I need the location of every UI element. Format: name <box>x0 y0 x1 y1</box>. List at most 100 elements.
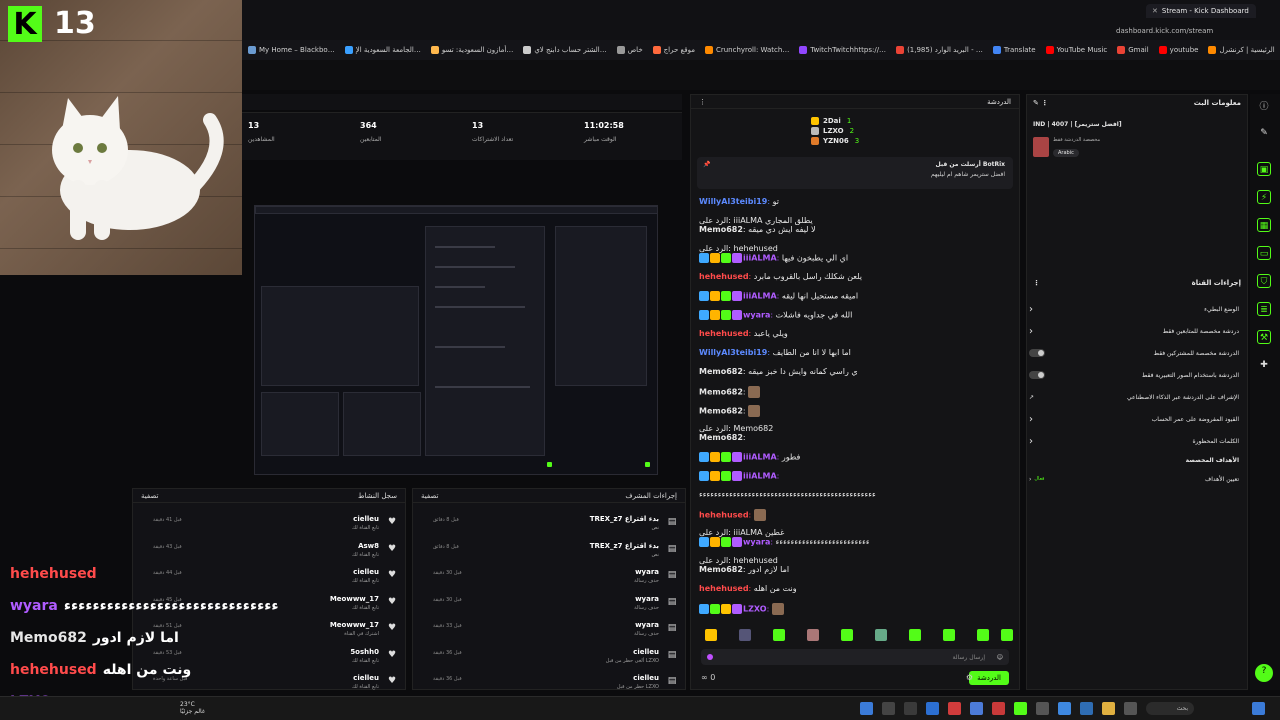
external-link-icon[interactable]: ↗ <box>1029 394 1034 401</box>
list-icon[interactable]: ≣ <box>1257 302 1271 316</box>
chat-message[interactable]: ءءءءءءءءءءءءءءءءءءءءءءءءءءءءءءءءءءءءءءءء… <box>699 490 1007 499</box>
puzzle-icon[interactable]: ✚ <box>1257 358 1271 372</box>
folder-icon[interactable] <box>1102 702 1115 715</box>
chat-message[interactable]: Memo682: اما لازم ادور <box>699 565 1007 574</box>
chat-message[interactable]: WillyAl3teibi19: تو <box>699 197 1007 206</box>
chat-message[interactable]: iiiALMA: <box>699 471 1007 481</box>
taskbar-app-icon[interactable] <box>948 702 961 715</box>
taskbar-app-icon[interactable] <box>1080 702 1093 715</box>
windows-start-icon[interactable] <box>1252 702 1265 715</box>
chat-input[interactable]: إرسال رسالة ☺ <box>701 649 1009 665</box>
bookmark-item[interactable]: Gmail <box>1117 46 1149 54</box>
chat-username[interactable]: hehehused <box>699 329 749 338</box>
chat-username[interactable]: iiiALMA <box>743 292 777 301</box>
layout-icon[interactable]: ▣ <box>1257 162 1271 176</box>
feed-row[interactable]: ▤ wyara حذف رسالة قبل 30 دقيقة <box>413 564 685 590</box>
chat-message[interactable]: wyara: ءءءءءءءءءءءءءءءءءءءءءءءءء <box>699 537 1007 547</box>
channel-setting-row[interactable]: › دردشة مخصصة للمتابعين فقط <box>1029 323 1239 339</box>
feed-row[interactable]: ♥ Asw8 تابع القناة لك قبل 43 دقيقة <box>133 538 405 564</box>
chat-username[interactable]: LZXO <box>743 605 767 614</box>
emote-icon[interactable] <box>739 629 751 641</box>
chat-username[interactable]: iiiALMA <box>743 472 777 481</box>
chat-username[interactable]: Memo682 <box>699 565 743 574</box>
leaderboard-entry[interactable]: 2Dai 1 <box>811 117 859 125</box>
chat-username[interactable]: WillyAl3teibi19 <box>699 197 767 206</box>
bookmark-item[interactable]: أمازون السعودية: تسو… <box>430 46 513 54</box>
emote-icon[interactable] <box>875 629 887 641</box>
set-goals-row[interactable]: › فعال تعيين الأهداف <box>1029 471 1239 487</box>
feed-row[interactable]: ▤ cielleu حظر من قبل LZXO قبل 36 دقيقة <box>413 670 685 696</box>
chat-username[interactable]: Memo682 <box>699 433 743 442</box>
feed-row[interactable]: ▤ TREX_z7 بدء اقتراع نص قبل 8 دقائق <box>413 538 685 564</box>
link-icon[interactable]: ∞ <box>701 673 708 682</box>
taskbar-app-icon[interactable] <box>992 702 1005 715</box>
taskbar-app-icon[interactable] <box>970 702 983 715</box>
bookmark-item[interactable]: الرئيسية | كرنشرل <box>1208 46 1275 54</box>
emote-icon[interactable] <box>807 629 819 641</box>
bookmark-item[interactable]: My Home – Blackbo… <box>248 46 335 54</box>
chat-username[interactable]: Memo682 <box>699 225 743 234</box>
taskbar-app-icon[interactable] <box>1058 702 1071 715</box>
channel-setting-row[interactable]: › الوضع البطيء <box>1029 301 1239 317</box>
bookmark-item[interactable]: Crunchyroll: Watch… <box>704 46 789 54</box>
chevron-right-icon[interactable]: › <box>1029 414 1033 425</box>
chat-message[interactable]: Memo682: <box>699 386 1007 398</box>
channel-setting-row[interactable]: الدردشة مخصصة للمشتركين فقط <box>1029 345 1239 361</box>
chat-icon[interactable]: ▭ <box>1257 246 1271 260</box>
chat-username[interactable]: WillyAl3teibi19 <box>699 348 767 357</box>
chat-message[interactable]: hehehused: <box>699 509 1007 521</box>
emote-icon[interactable] <box>943 629 955 641</box>
leaderboard-entry[interactable]: LZXO 2 <box>811 127 859 135</box>
emote-icon[interactable] <box>909 629 921 641</box>
chat-username[interactable]: hehehused <box>699 584 749 593</box>
taskbar-app-icon[interactable] <box>860 702 873 715</box>
bookmark-item[interactable]: خاص <box>616 46 643 54</box>
chat-message[interactable]: Memo682: لا ليفه ايش دي ميقه <box>699 225 1007 234</box>
emote-icon[interactable] <box>977 629 989 641</box>
wrench-icon[interactable]: ⚒ <box>1257 330 1271 344</box>
taskbar-app-icon[interactable] <box>926 702 939 715</box>
setting-toggle[interactable] <box>1029 371 1045 379</box>
emote-icon[interactable] <box>705 629 717 641</box>
settings-icon[interactable]: ⚙ <box>966 673 973 682</box>
stream-preview[interactable] <box>254 205 658 475</box>
emote-icon[interactable] <box>1001 629 1013 641</box>
bookmark-item[interactable]: موقع حراج <box>652 46 695 54</box>
bookmark-item[interactable]: youtube <box>1158 46 1198 54</box>
info-icon[interactable]: ⓘ <box>1257 100 1271 114</box>
more-icon[interactable]: ⋮ <box>1033 279 1040 287</box>
taskbar-app-icon[interactable] <box>904 702 917 715</box>
close-icon[interactable]: ✕ <box>1152 7 1158 15</box>
taskbar-app-icon[interactable] <box>1036 702 1049 715</box>
setting-toggle[interactable] <box>1029 349 1045 357</box>
pen-icon[interactable]: ✎ <box>1257 126 1271 140</box>
chat-message[interactable]: hehehused: ويلي ياعبد <box>699 329 1007 338</box>
send-chat-button[interactable]: الدردشة <box>969 671 1009 685</box>
feed-row[interactable]: ▤ TREX_z7 بدء اقتراع نص قبل 8 دقائق <box>413 511 685 537</box>
feed-row[interactable]: ♥ cielleu تابع القناة لك قبل 41 دقيقة <box>133 511 405 537</box>
help-icon[interactable]: ? <box>1255 664 1273 682</box>
address-bar-url[interactable]: dashboard.kick.com/stream <box>1116 27 1213 35</box>
chat-message[interactable]: hehehused: يلعن شكلك راسل بالقروب مابرد <box>699 272 1007 281</box>
grid-icon[interactable]: ▦ <box>1257 218 1271 232</box>
filter-button[interactable]: تصفية <box>421 492 438 500</box>
chat-message[interactable]: hehehused: ونت من اهله <box>699 584 1007 593</box>
feed-row[interactable]: ▤ wyara حذف رسالة قبل 30 دقيقة <box>413 591 685 617</box>
chat-username[interactable]: iiiALMA <box>743 453 777 462</box>
channel-setting-row[interactable]: › الكلمات المحظورة <box>1029 433 1239 449</box>
feed-row[interactable]: ♥ cielleu تابع القناة لك قبل 44 دقيقة <box>133 564 405 590</box>
chevron-right-icon[interactable]: › <box>1029 304 1033 315</box>
edit-icon[interactable]: ✎ ⋮ <box>1033 99 1048 107</box>
mic-icon[interactable] <box>707 654 713 660</box>
chat-username[interactable]: Memo682 <box>699 367 743 376</box>
chat-message[interactable]: iiiALMA: فطور <box>699 452 1007 462</box>
weather-widget[interactable]: 23°C غالم جزئيًا <box>180 701 205 715</box>
feed-row[interactable]: ▤ wyara حذف رسالة قبل 33 دقيقة <box>413 617 685 643</box>
bookmark-item[interactable]: الجامعة السعودية الإ… <box>344 46 421 54</box>
chat-message[interactable]: Memo682: ي راسي كمانه وايش دا خبز ميقه <box>699 367 1007 376</box>
bolt-icon[interactable]: ⚡ <box>1257 190 1271 204</box>
taskbar-search[interactable]: بحث <box>1146 702 1194 715</box>
chat-message[interactable]: iiiALMA: اميقه مستحيل انها ليقه <box>699 291 1007 301</box>
bookmark-item[interactable]: TwitchTwitchhttps://… <box>799 46 886 54</box>
chevron-right-icon[interactable]: › <box>1029 326 1033 337</box>
